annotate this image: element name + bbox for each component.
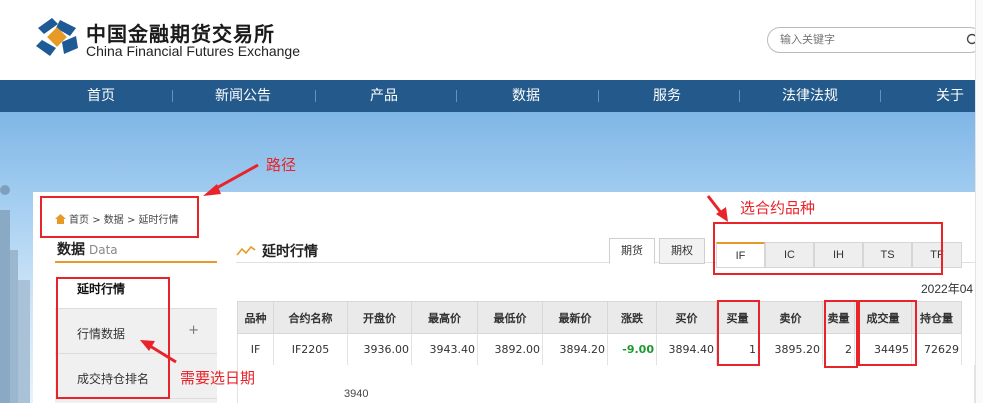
arrow-date xyxy=(149,344,177,364)
annotation-arrows xyxy=(140,163,728,364)
arrow-path xyxy=(212,163,259,192)
